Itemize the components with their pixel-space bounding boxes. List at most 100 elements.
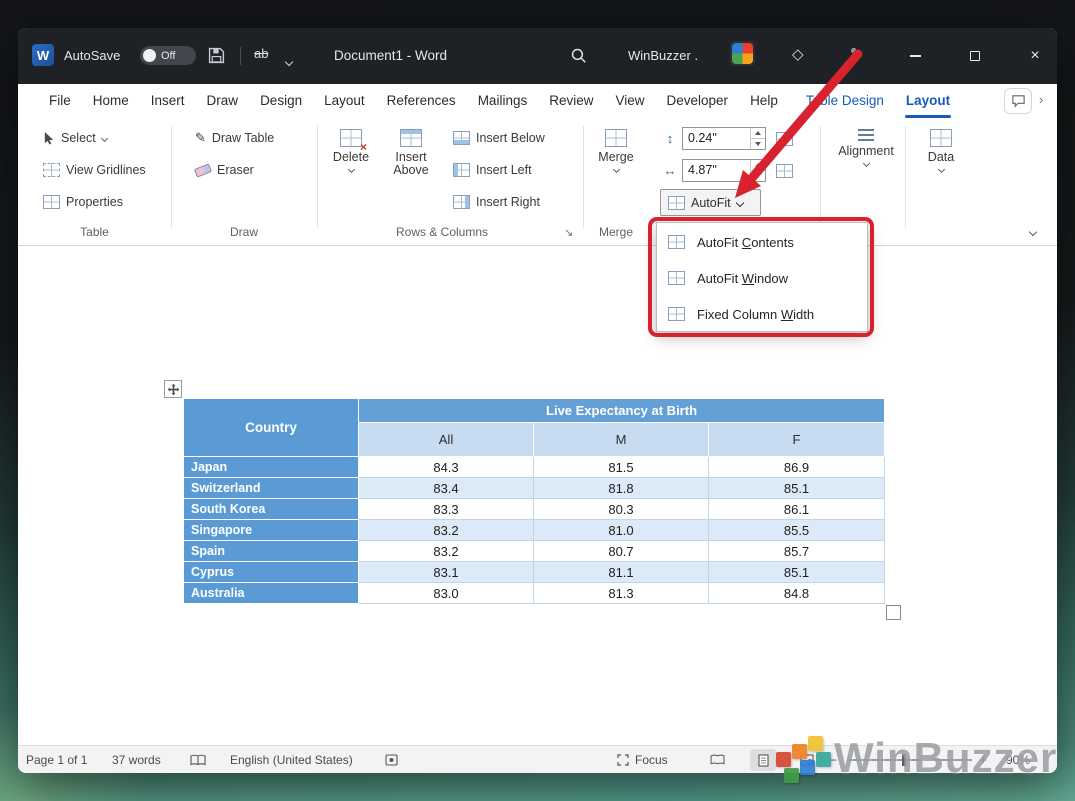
life-expectancy-table[interactable]: Country Live Expectancy at Birth All M F…	[183, 398, 885, 604]
zoom-level[interactable]: 90%	[1006, 753, 1030, 767]
title-bar: W AutoSave Off ab Document1 - Word WinBu…	[18, 28, 1057, 84]
menu-item-autofit-contents[interactable]: AutoFit Contents	[657, 224, 867, 260]
autofit-button[interactable]: AutoFit	[660, 189, 761, 216]
select-cursor-icon	[43, 131, 55, 145]
table-move-handle[interactable]	[164, 380, 182, 398]
rows-columns-dialog-launcher-icon[interactable]: ↘	[564, 226, 573, 239]
insert-left-icon	[453, 163, 470, 177]
save-icon[interactable]	[208, 47, 225, 69]
tab-file[interactable]: File	[38, 84, 82, 118]
table-corner-header[interactable]: Country	[184, 399, 359, 457]
delete-table-icon: ×	[340, 129, 362, 147]
language-indicator[interactable]: English (United States)	[230, 753, 353, 767]
table-subheader-all[interactable]: All	[359, 423, 534, 457]
tab-layout[interactable]: Layout	[313, 84, 376, 118]
account-avatar[interactable]	[730, 41, 755, 66]
tab-mailings[interactable]: Mailings	[467, 84, 539, 118]
qat-chevron-down-icon[interactable]	[286, 52, 292, 70]
table-row: Spain 83.2 80.7 85.7	[184, 541, 885, 562]
autosave-toggle[interactable]: Off	[140, 46, 196, 65]
distribute-rows-button[interactable]	[774, 127, 795, 151]
document-page[interactable]: Country Live Expectancy at Birth All M F…	[18, 246, 1057, 745]
page-indicator[interactable]: Page 1 of 1	[26, 753, 87, 767]
table-group-header[interactable]: Live Expectancy at Birth	[359, 399, 885, 423]
tab-view[interactable]: View	[604, 84, 655, 118]
delete-button[interactable]: × Delete	[324, 122, 378, 220]
height-spin-down-button[interactable]	[751, 139, 765, 149]
proofing-icon[interactable]	[190, 754, 206, 770]
ribbon: Select View Gridlines Properties Table ✎…	[18, 118, 1057, 246]
zoom-slider-track[interactable]	[848, 759, 972, 761]
width-spin-down-button[interactable]	[751, 171, 765, 181]
insert-above-button[interactable]: Insert Above	[382, 122, 440, 220]
view-gridlines-button[interactable]: View Gridlines	[38, 158, 151, 182]
tab-help[interactable]: Help	[739, 84, 789, 118]
insert-below-button[interactable]: Insert Below	[448, 126, 550, 150]
tab-design[interactable]: Design	[249, 84, 313, 118]
word-count[interactable]: 37 words	[112, 753, 161, 767]
close-button[interactable]: ×	[1013, 28, 1057, 84]
minimize-button[interactable]	[893, 28, 937, 84]
read-mode-button[interactable]	[704, 749, 730, 771]
alignment-button[interactable]: Alignment	[836, 122, 896, 220]
maximize-button[interactable]	[953, 28, 997, 84]
comments-button[interactable]	[1004, 88, 1032, 114]
minimize-icon	[910, 55, 921, 57]
tab-references[interactable]: References	[376, 84, 467, 118]
properties-label: Properties	[66, 195, 123, 209]
tab-table-design[interactable]: Table Design	[795, 84, 895, 118]
search-icon[interactable]	[570, 47, 587, 69]
column-width-icon: ↔	[661, 163, 679, 178]
width-spin-up-button[interactable]	[751, 160, 765, 171]
merge-button[interactable]: Merge	[590, 122, 642, 220]
menu-item-autofit-window[interactable]: AutoFit Window	[657, 260, 867, 296]
column-width-spinner[interactable]: 4.87"	[682, 159, 766, 182]
eraser-button[interactable]: Eraser	[190, 158, 259, 182]
zoom-in-button[interactable]: +	[980, 753, 987, 767]
insert-above-icon	[400, 129, 422, 147]
select-button[interactable]: Select	[38, 126, 112, 150]
row-height-spinner[interactable]: 0.24"	[682, 127, 766, 150]
table-subheader-f[interactable]: F	[709, 423, 885, 457]
zoom-slider-thumb[interactable]	[902, 754, 906, 766]
draw-table-button[interactable]: ✎ Draw Table	[190, 126, 279, 150]
collapse-ribbon-chevron-icon[interactable]	[1030, 222, 1036, 240]
column-width-value[interactable]: 4.87"	[683, 160, 750, 181]
word-app-icon[interactable]: W	[32, 44, 54, 66]
tab-developer[interactable]: Developer	[656, 84, 740, 118]
tab-review[interactable]: Review	[538, 84, 604, 118]
autofit-dropdown-menu: AutoFit Contents AutoFit Window Fixed Co…	[656, 222, 868, 332]
print-layout-button[interactable]	[750, 749, 776, 771]
row-height-value[interactable]: 0.24"	[683, 128, 750, 149]
distribute-columns-button[interactable]	[774, 159, 795, 183]
web-layout-button[interactable]	[794, 749, 820, 771]
move-cross-icon	[167, 383, 180, 396]
insert-left-button[interactable]: Insert Left	[448, 158, 537, 182]
group-divider	[317, 126, 318, 228]
autosave-state: Off	[161, 50, 175, 62]
table-resize-handle[interactable]	[886, 605, 901, 620]
data-button[interactable]: Data	[915, 122, 967, 220]
menu-item-fixed-column-width[interactable]: Fixed Column Width	[657, 296, 867, 332]
tab-insert[interactable]: Insert	[140, 84, 196, 118]
tab-table-layout-active[interactable]: Layout	[895, 84, 961, 118]
account-name[interactable]: WinBuzzer .	[628, 48, 698, 63]
strikethrough-icon[interactable]: ab	[254, 46, 268, 61]
alignment-label: Alignment	[838, 144, 894, 158]
diamond-icon[interactable]: ◇	[792, 45, 804, 63]
height-spin-up-button[interactable]	[751, 128, 765, 139]
focus-icon	[617, 754, 629, 766]
insert-right-label: Insert Right	[476, 195, 540, 209]
tab-home[interactable]: Home	[82, 84, 140, 118]
share-pane-chevron-icon[interactable]: ›	[1039, 92, 1043, 107]
pen-icon[interactable]: ✎	[850, 45, 862, 62]
macro-record-icon[interactable]	[385, 754, 398, 769]
zoom-out-button[interactable]: −	[830, 753, 837, 767]
properties-button[interactable]: Properties	[38, 190, 128, 214]
select-label: Select	[61, 131, 96, 145]
tab-draw[interactable]: Draw	[196, 84, 250, 118]
table-row: Singapore 83.2 81.0 85.5	[184, 520, 885, 541]
table-subheader-m[interactable]: M	[534, 423, 709, 457]
insert-right-button[interactable]: Insert Right	[448, 190, 545, 214]
focus-mode-button[interactable]: Focus	[617, 753, 668, 767]
